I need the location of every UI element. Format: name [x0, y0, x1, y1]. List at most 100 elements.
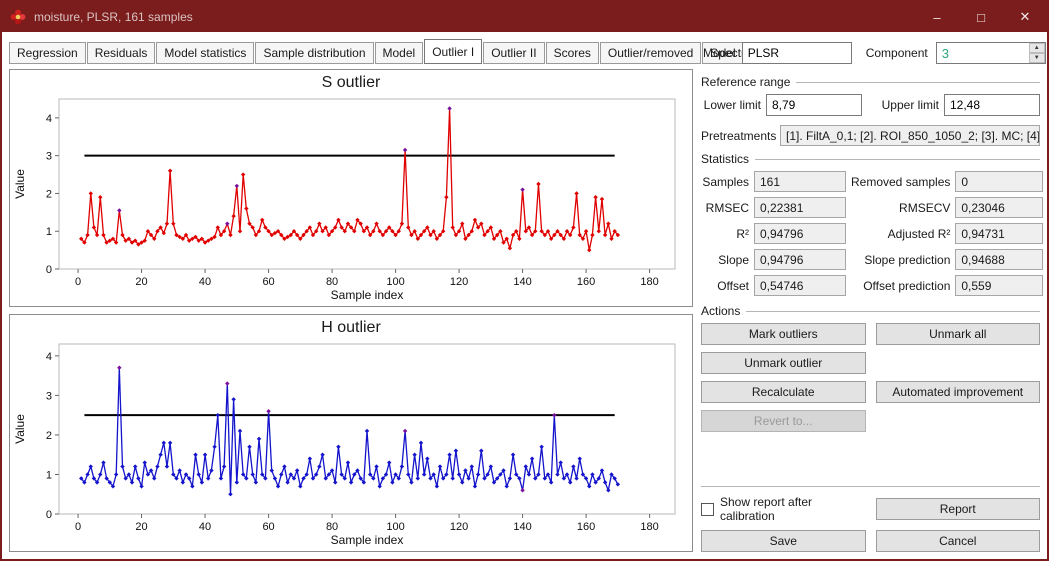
- svg-text:80: 80: [326, 276, 338, 288]
- svg-text:20: 20: [135, 276, 147, 288]
- reference-range-header-label: Reference range: [701, 75, 790, 89]
- s-y-axis-label: Value: [13, 169, 27, 199]
- component-spinner[interactable]: 3 ▲ ▼: [936, 42, 1046, 64]
- svg-text:120: 120: [450, 521, 468, 533]
- title-bar[interactable]: moisture, PLSR, 161 samples – □ ✕: [2, 2, 1047, 32]
- pretreatments-label: Pretreatments: [701, 129, 775, 143]
- lower-limit-label: Lower limit: [701, 98, 761, 112]
- tab-model-statistics[interactable]: Model statistics: [156, 42, 254, 64]
- svg-text:20: 20: [135, 521, 147, 533]
- cancel-button[interactable]: Cancel: [876, 530, 1041, 552]
- pretreatments-field: [1]. FiltA_0,1; [2]. ROI_850_1050_2; [3]…: [780, 125, 1040, 146]
- stat-label: RMSECV: [851, 201, 950, 215]
- upper-limit-input[interactable]: [944, 94, 1040, 116]
- main-area: S outlier Value Sample index 01234020406…: [2, 64, 1047, 559]
- checkbox-label: Show report after calibration: [720, 495, 866, 523]
- tab-outlier-ii[interactable]: Outlier II: [483, 42, 544, 64]
- s-x-axis-label: Sample index: [331, 288, 404, 302]
- checkbox-icon[interactable]: [701, 503, 714, 516]
- svg-text:2: 2: [46, 188, 52, 200]
- actions-header-label: Actions: [701, 304, 740, 318]
- close-button-icon[interactable]: ✕: [1003, 2, 1047, 32]
- plot-area[interactable]: 01234020406080100120140160180: [46, 344, 675, 533]
- svg-text:160: 160: [577, 521, 595, 533]
- s-outlier-title: S outlier: [322, 71, 381, 93]
- stat-field: 0,94688: [955, 249, 1043, 270]
- unmark-all-button[interactable]: Unmark all: [876, 323, 1041, 345]
- tab-residuals[interactable]: Residuals: [87, 42, 156, 64]
- component-down-icon[interactable]: ▼: [1029, 53, 1045, 63]
- svg-text:0: 0: [46, 509, 52, 521]
- maximize-button-icon[interactable]: □: [959, 2, 1003, 32]
- stat-label: Adjusted R²: [851, 227, 950, 241]
- header-rule: [796, 82, 1040, 83]
- h-outlier-plot[interactable]: Value Sample index 012340204060801001201…: [13, 338, 689, 548]
- upper-limit-label: Upper limit: [867, 98, 939, 112]
- s-outlier-plot[interactable]: Value Sample index 012340204060801001201…: [13, 93, 689, 303]
- stat-field: 0,94796: [754, 249, 846, 270]
- tab-bar: RegressionResidualsModel statisticsSampl…: [9, 39, 693, 64]
- panel-divider: [701, 486, 1040, 487]
- automated-improvement-button[interactable]: Automated improvement: [876, 381, 1041, 403]
- svg-text:40: 40: [199, 521, 211, 533]
- h-outlier-panel: H outlier Value Sample index 01234020406…: [9, 314, 693, 552]
- stat-label: Samples: [701, 175, 749, 189]
- tab-sample-distribution[interactable]: Sample distribution: [255, 42, 373, 64]
- stat-field: 0,54746: [754, 275, 846, 296]
- mark-outliers-button[interactable]: Mark outliers: [701, 323, 866, 345]
- svg-text:60: 60: [262, 276, 274, 288]
- report-button[interactable]: Report: [876, 498, 1041, 520]
- s-outlier-panel: S outlier Value Sample index 01234020406…: [9, 69, 693, 307]
- svg-text:40: 40: [199, 276, 211, 288]
- component-up-icon[interactable]: ▲: [1029, 43, 1045, 53]
- plot-area[interactable]: 01234020406080100120140160180: [46, 99, 675, 288]
- charts-column: S outlier Value Sample index 01234020406…: [9, 69, 693, 552]
- svg-text:60: 60: [262, 521, 274, 533]
- spacer: [876, 410, 1041, 432]
- recalculate-button[interactable]: Recalculate: [701, 381, 866, 403]
- show-report-checkbox[interactable]: Show report after calibration: [701, 495, 866, 523]
- actions-grid: Mark outliers Unmark all Unmark outlier …: [701, 323, 1040, 432]
- stat-field: 0,94731: [955, 223, 1043, 244]
- spacer: [876, 352, 1041, 374]
- svg-text:3: 3: [46, 151, 52, 163]
- app-window: moisture, PLSR, 161 samples – □ ✕ Regres…: [0, 0, 1049, 561]
- statistics-header: Statistics: [701, 152, 1040, 166]
- tab-model[interactable]: Model: [375, 42, 424, 64]
- lower-limit-input[interactable]: [766, 94, 862, 116]
- reference-range-header: Reference range: [701, 75, 1040, 89]
- svg-text:140: 140: [513, 521, 531, 533]
- stat-field: 161: [754, 171, 846, 192]
- app-icon: [10, 9, 26, 25]
- svg-text:0: 0: [75, 276, 81, 288]
- stat-field: 0,23046: [955, 197, 1043, 218]
- tab-outlier-removed[interactable]: Outlier/removed: [600, 42, 701, 64]
- component-value[interactable]: 3: [937, 43, 1029, 63]
- svg-text:140: 140: [513, 276, 531, 288]
- stat-label: Offset: [701, 279, 749, 293]
- statistics-header-label: Statistics: [701, 152, 749, 166]
- stat-field: 0,94796: [754, 223, 846, 244]
- right-panel: Reference range Lower limit Upper limit …: [701, 69, 1040, 552]
- top-row: RegressionResidualsModel statisticsSampl…: [2, 32, 1047, 64]
- stat-field: 0,22381: [754, 197, 846, 218]
- stat-label: Slope: [701, 253, 749, 267]
- model-input[interactable]: [742, 42, 852, 64]
- footer-row: Save Cancel: [701, 530, 1040, 552]
- minimize-button-icon[interactable]: –: [915, 2, 959, 32]
- model-label: Model: [703, 46, 736, 60]
- pretreatments-row: Pretreatments [1]. FiltA_0,1; [2]. ROI_8…: [701, 125, 1040, 146]
- reference-range-grid: Lower limit Upper limit: [701, 94, 1040, 116]
- stat-field: 0: [955, 171, 1043, 192]
- tab-scores[interactable]: Scores: [546, 42, 599, 64]
- tab-outlier-i[interactable]: Outlier I: [424, 39, 482, 64]
- unmark-outlier-button[interactable]: Unmark outlier: [701, 352, 866, 374]
- svg-text:0: 0: [46, 264, 52, 276]
- stat-label: Offset prediction: [851, 279, 950, 293]
- component-label: Component: [866, 46, 928, 60]
- revert-to-button[interactable]: Revert to...: [701, 410, 866, 432]
- svg-text:4: 4: [46, 113, 52, 125]
- actions-header: Actions: [701, 304, 1040, 318]
- tab-regression[interactable]: Regression: [9, 42, 86, 64]
- save-button[interactable]: Save: [701, 530, 866, 552]
